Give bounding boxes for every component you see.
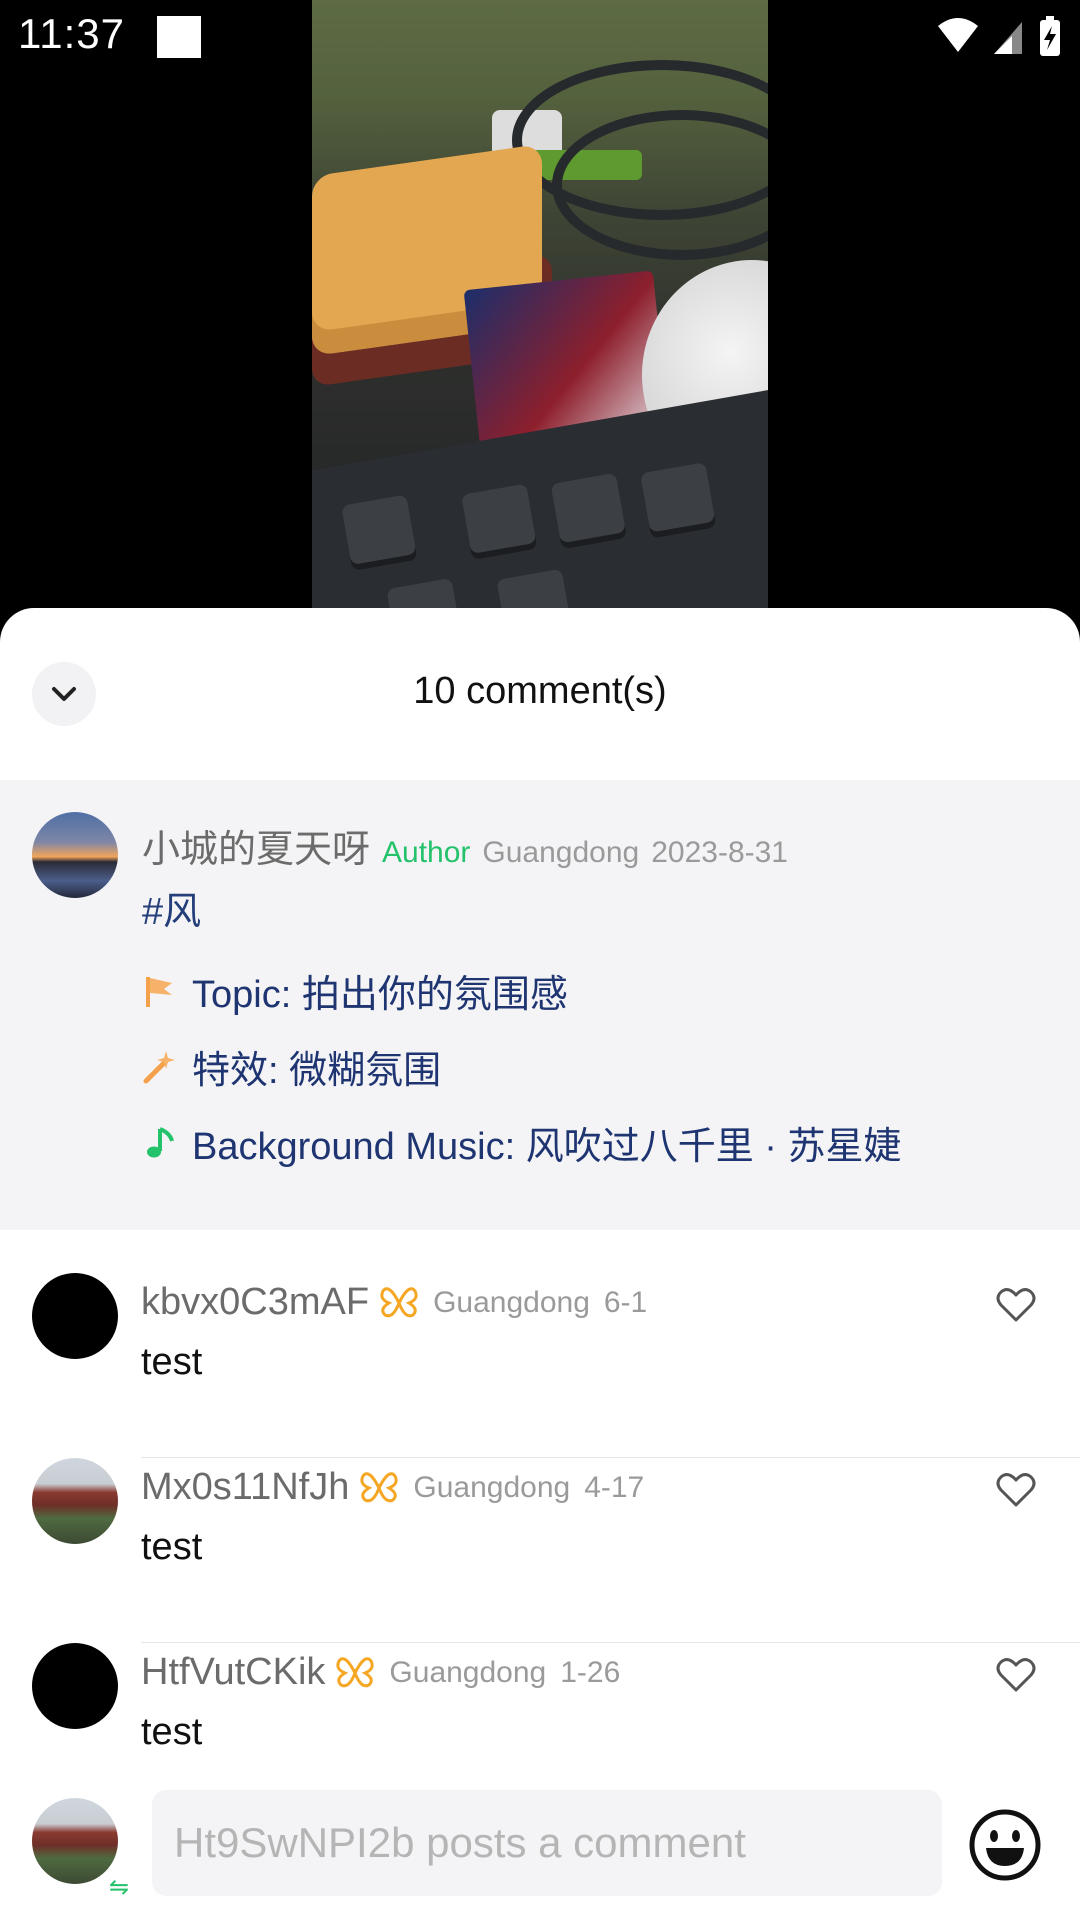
avatar[interactable]	[32, 1273, 118, 1359]
video-frame	[312, 0, 768, 610]
flag-icon	[146, 976, 172, 1007]
sheet-header: 10 comment(s)	[0, 608, 1080, 780]
comment-location: Guangdong	[433, 1285, 590, 1319]
comment-sheet: 10 comment(s) 小城的夏天呀 Author Guangdong 20…	[0, 608, 1080, 1920]
post-meta: 小城的夏天呀 Author Guangdong 2023-8-31	[142, 818, 788, 873]
video-scene-detail	[461, 483, 537, 555]
comment-input[interactable]	[152, 1790, 942, 1896]
commenter-name[interactable]: HtfVutCKik	[141, 1651, 325, 1694]
wifi-icon	[938, 18, 978, 52]
author-badge: Author	[382, 836, 471, 869]
butterfly-badge-icon	[380, 1286, 418, 1317]
status-icons	[938, 16, 1060, 56]
author-name[interactable]: 小城的夏天呀	[142, 818, 370, 873]
status-bar: 11:37	[0, 0, 1080, 72]
emoji-icon[interactable]	[968, 1808, 1042, 1882]
effect-link[interactable]: 特效: 微糊氛围	[142, 1039, 441, 1094]
comment-item: Mx0s11NfJh Guangdong 4-17 test	[0, 1458, 1080, 1643]
notification-icon	[157, 16, 201, 58]
like-heart-icon[interactable]	[996, 1657, 1036, 1693]
like-heart-icon[interactable]	[996, 1287, 1036, 1323]
video-scene-detail	[386, 577, 462, 610]
topic-text: Topic: 拍出你的氛围感	[192, 974, 568, 1016]
avatar[interactable]	[32, 1458, 118, 1544]
comment-item: kbvx0C3mAF Guangdong 6-1 test	[0, 1273, 1080, 1458]
effect-text: 特效: 微糊氛围	[192, 1050, 442, 1092]
magic-wand-icon	[143, 1050, 175, 1083]
comment-date: 4-17	[584, 1470, 645, 1504]
topic-link[interactable]: Topic: 拍出你的氛围感	[142, 963, 568, 1018]
butterfly-badge-icon	[336, 1656, 375, 1687]
comment-text: test	[141, 1711, 203, 1753]
comment-date: 6-1	[603, 1285, 648, 1319]
commenter-name[interactable]: Mx0s11NfJh	[141, 1466, 349, 1509]
my-avatar[interactable]	[32, 1798, 118, 1884]
like-heart-icon[interactable]	[996, 1472, 1036, 1508]
avatar[interactable]	[32, 1643, 118, 1729]
comment-location: Guangdong	[413, 1470, 571, 1504]
post-location: Guangdong	[482, 836, 640, 869]
butterfly-badge-icon	[360, 1471, 398, 1502]
comment-location: Guangdong	[389, 1655, 547, 1689]
music-note-icon	[147, 1126, 174, 1157]
comment-meta: kbvx0C3mAF Guangdong 6-1	[141, 1281, 647, 1324]
comment-text: test	[141, 1341, 203, 1383]
author-post: 小城的夏天呀 Author Guangdong 2023-8-31 #风 Top…	[0, 780, 1080, 1230]
post-hashtag[interactable]: #风	[142, 880, 201, 935]
switch-account-icon[interactable]: ⇋	[100, 1868, 138, 1906]
video-scene-detail	[496, 568, 572, 610]
comment-meta: HtfVutCKik Guangdong 1-26	[141, 1651, 620, 1694]
commenter-name[interactable]: kbvx0C3mAF	[141, 1281, 369, 1324]
avatar[interactable]	[32, 812, 118, 898]
video-scene-detail	[341, 494, 417, 566]
video-player[interactable]	[0, 0, 1080, 610]
comment-meta: Mx0s11NfJh Guangdong 4-17	[141, 1466, 644, 1509]
comment-text: test	[141, 1526, 203, 1568]
status-time: 11:37	[18, 10, 125, 57]
video-scene-detail	[550, 472, 626, 544]
video-scene-detail	[640, 462, 716, 533]
music-link[interactable]: Background Music: 风吹过八千里 · 苏星婕	[142, 1115, 901, 1170]
comment-date: 1-26	[560, 1655, 621, 1689]
comment-count-title: 10 comment(s)	[413, 670, 667, 712]
music-text: Background Music: 风吹过八千里 · 苏星婕	[192, 1126, 902, 1168]
comment-composer: ⇋	[0, 1768, 1080, 1920]
post-date: 2023-8-31	[651, 836, 788, 869]
